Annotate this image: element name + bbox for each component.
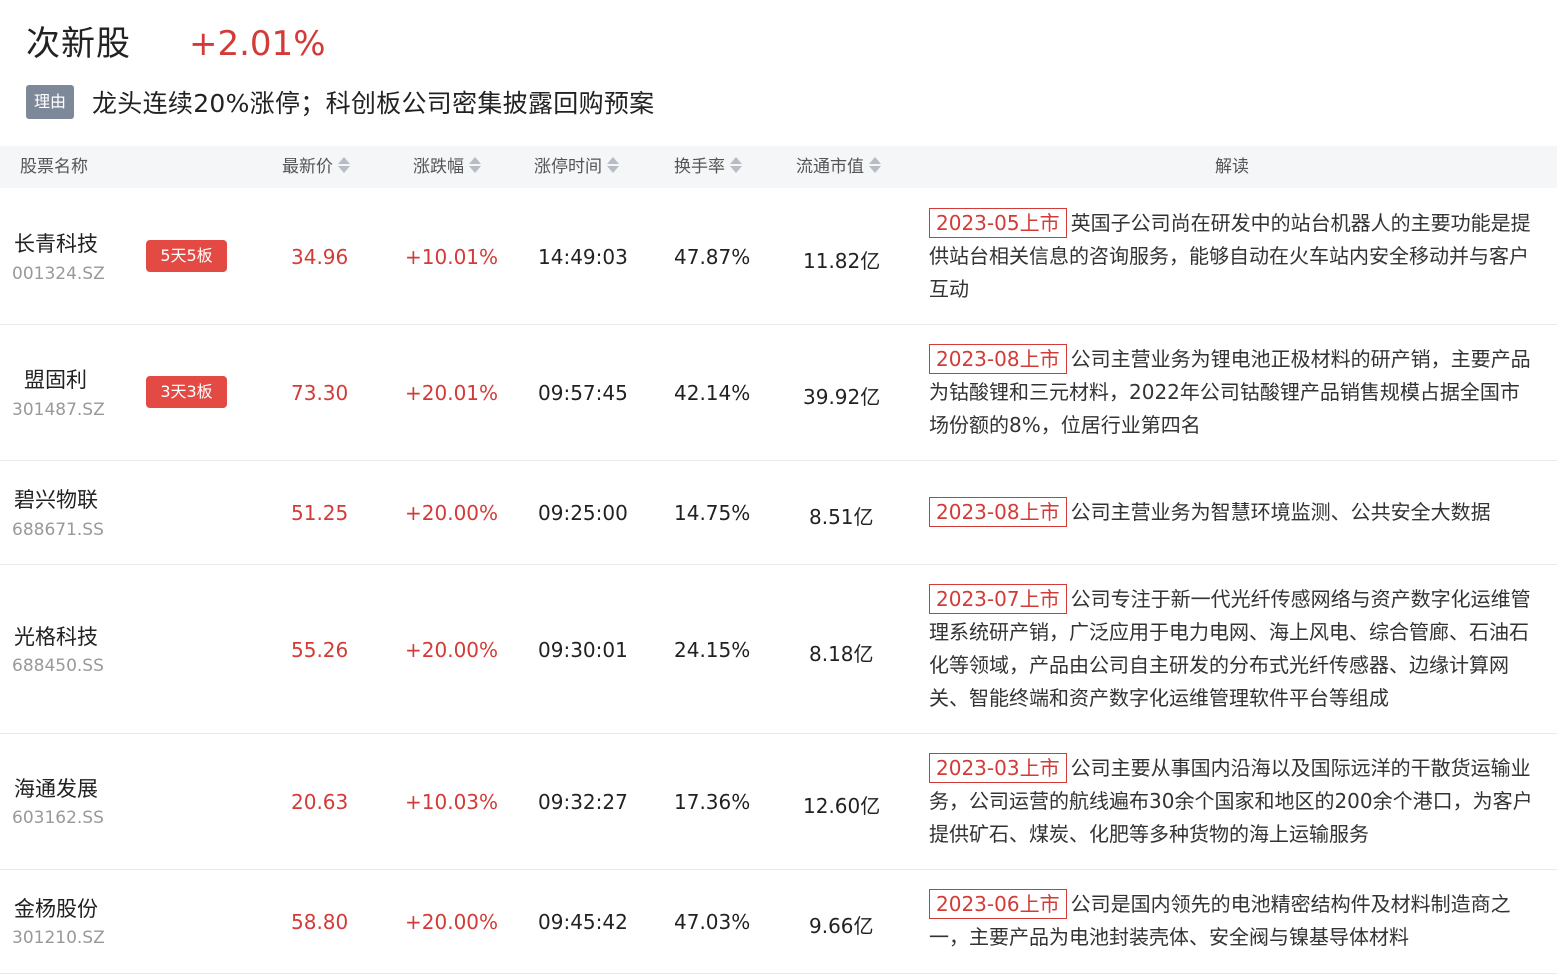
limit-up-time: 09:25:00	[538, 501, 628, 525]
board-badge: 3天3板	[146, 376, 227, 408]
latest-price: 34.96	[291, 245, 349, 269]
table-row[interactable]: 海通发展 603162.SS 20.63 +10.03% 09:32:27 17…	[0, 734, 1557, 870]
float-market-cap: 12.60亿	[803, 794, 881, 818]
table-row[interactable]: 金杨股份 301210.SZ 58.80 +20.00% 09:45:42 47…	[0, 870, 1557, 974]
table-row[interactable]: 长青科技 001324.SZ 5天5板 34.96 +10.01% 14:49:…	[0, 189, 1557, 325]
change-pct: +20.00%	[405, 638, 499, 662]
stock-name[interactable]: 金杨股份	[14, 893, 98, 923]
stock-description: 2023-08上市 公司主营业务为智慧环境监测、公共安全大数据	[929, 496, 1539, 529]
listing-date-tag: 2023-08上市	[929, 497, 1067, 527]
col-limit-time-header[interactable]: 涨停时间	[534, 146, 619, 188]
turnover-rate: 14.75%	[674, 501, 751, 525]
reason-bar: 理由 龙头连续20%涨停；科创板公司密集披露回购预案	[26, 84, 654, 120]
limit-up-time: 09:57:45	[538, 381, 628, 405]
col-name-header: 股票名称	[20, 157, 88, 177]
stock-name[interactable]: 碧兴物联	[14, 484, 98, 514]
sort-icon[interactable]	[468, 156, 481, 174]
stock-description: 2023-05上市 英国子公司尚在研发中的站台机器人的主要功能是提供站台相关信息的…	[929, 207, 1539, 306]
stock-code: 001324.SZ	[12, 264, 105, 284]
description-text: 公司主营业务为智慧环境监测、公共安全大数据	[1070, 500, 1491, 524]
stock-description: 2023-06上市 公司是国内领先的电池精密结构件及材料制造商之一，主要产品为电池…	[929, 888, 1539, 954]
limit-up-time: 09:32:27	[538, 790, 628, 814]
stock-code: 301210.SZ	[12, 928, 105, 948]
table-row[interactable]: 盟固利 301487.SZ 3天3板 73.30 +20.01% 09:57:4…	[0, 325, 1557, 461]
stock-description: 2023-07上市 公司专注于新一代光纤传感网络与资产数字化运维管理系统研产销，广…	[929, 583, 1539, 715]
float-market-cap: 8.51亿	[809, 505, 874, 529]
col-desc-header: 解读	[1215, 157, 1249, 177]
limit-up-time: 14:49:03	[538, 245, 628, 269]
block-title: 次新股	[26, 24, 131, 64]
stock-code: 603162.SS	[12, 808, 104, 828]
stock-name[interactable]: 光格科技	[14, 621, 98, 651]
block-change: +2.01%	[189, 24, 326, 64]
limit-up-time: 09:45:42	[538, 910, 628, 934]
stock-code: 301487.SZ	[12, 400, 105, 420]
stock-description: 2023-08上市 公司主营业务为锂电池正极材料的研产销，主要产品为钴酸锂和三元材…	[929, 343, 1539, 442]
turnover-rate: 24.15%	[674, 638, 751, 662]
table-header: 股票名称 最新价 涨跌幅 涨停时间 换手率 流通市值 解读	[0, 146, 1557, 188]
change-pct: +10.01%	[405, 245, 499, 269]
sort-icon[interactable]	[729, 156, 742, 174]
stock-code: 688671.SS	[12, 520, 104, 540]
latest-price: 51.25	[291, 501, 349, 525]
col-float-cap-header[interactable]: 流通市值	[796, 146, 881, 188]
listing-date-tag: 2023-03上市	[929, 753, 1067, 783]
float-market-cap: 8.18亿	[809, 642, 874, 666]
turnover-rate: 47.03%	[674, 910, 751, 934]
col-pct-header[interactable]: 涨跌幅	[413, 146, 481, 188]
stock-name[interactable]: 海通发展	[14, 773, 98, 803]
table-row[interactable]: 碧兴物联 688671.SS 51.25 +20.00% 09:25:00 14…	[0, 461, 1557, 565]
change-pct: +20.00%	[405, 501, 499, 525]
stock-code: 688450.SS	[12, 656, 104, 676]
listing-date-tag: 2023-05上市	[929, 208, 1067, 238]
latest-price: 73.30	[291, 381, 349, 405]
stock-description: 2023-03上市 公司主要从事国内沿海以及国际远洋的干散货运输业务，公司运营的航…	[929, 752, 1539, 851]
reason-tag: 理由	[26, 85, 74, 119]
change-pct: +10.03%	[405, 790, 499, 814]
reason-text: 龙头连续20%涨停；科创板公司密集披露回购预案	[92, 89, 655, 118]
limit-up-time: 09:30:01	[538, 638, 628, 662]
board-badge: 5天5板	[146, 240, 227, 272]
latest-price: 58.80	[291, 910, 349, 934]
stock-name[interactable]: 盟固利	[24, 364, 87, 394]
sort-icon[interactable]	[606, 156, 619, 174]
table-row[interactable]: 光格科技 688450.SS 55.26 +20.00% 09:30:01 24…	[0, 565, 1557, 734]
sort-icon[interactable]	[868, 156, 881, 174]
block-header: 次新股 +2.01%	[26, 16, 326, 66]
turnover-rate: 42.14%	[674, 381, 751, 405]
turnover-rate: 47.87%	[674, 245, 751, 269]
change-pct: +20.00%	[405, 910, 499, 934]
sort-icon[interactable]	[337, 156, 350, 174]
listing-date-tag: 2023-06上市	[929, 889, 1067, 919]
turnover-rate: 17.36%	[674, 790, 751, 814]
change-pct: +20.01%	[405, 381, 499, 405]
col-price-header[interactable]: 最新价	[282, 146, 350, 188]
col-turnover-header[interactable]: 换手率	[674, 146, 742, 188]
latest-price: 55.26	[291, 638, 349, 662]
latest-price: 20.63	[291, 790, 349, 814]
listing-date-tag: 2023-08上市	[929, 344, 1067, 374]
float-market-cap: 39.92亿	[803, 385, 881, 409]
stock-name[interactable]: 长青科技	[14, 228, 98, 258]
float-market-cap: 11.82亿	[803, 249, 881, 273]
float-market-cap: 9.66亿	[809, 914, 874, 938]
listing-date-tag: 2023-07上市	[929, 584, 1067, 614]
